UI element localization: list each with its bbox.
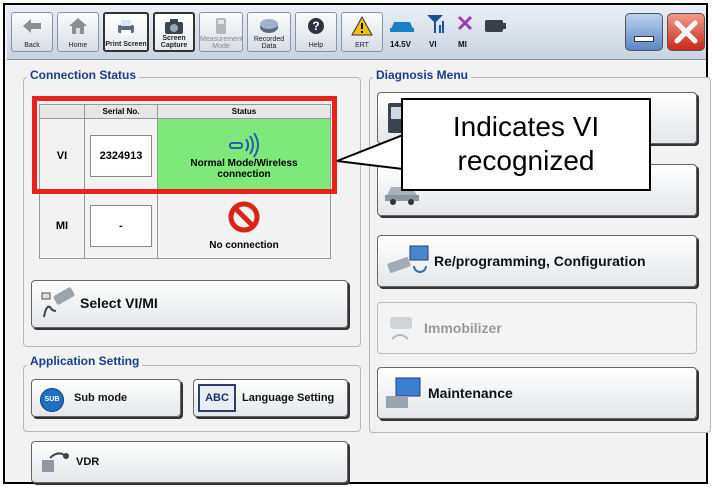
sub-mode-icon: SUB — [40, 388, 64, 412]
meter-icon — [216, 18, 226, 34]
battery-icon — [485, 20, 506, 32]
minimize-button[interactable] — [625, 13, 663, 51]
vi-signal-icon — [427, 15, 444, 33]
table-row-mi[interactable]: MI - No connection — [39, 192, 331, 259]
sub-mode-button[interactable]: SUB Sub mode — [31, 379, 181, 417]
device-name-mi: MI — [39, 192, 85, 259]
home-icon — [69, 18, 87, 34]
serial-number-mi: - — [90, 204, 152, 247]
status-cell-mi: No connection — [157, 192, 331, 259]
measurement-mode-button[interactable]: Measurement Mode — [199, 12, 243, 52]
language-setting-button[interactable]: ABC Language Setting — [193, 379, 348, 417]
camera-icon — [165, 19, 183, 34]
voltage-readout: 14.5V — [390, 40, 411, 49]
svg-text:?: ? — [312, 19, 319, 33]
reprogramming-icon — [387, 245, 429, 273]
application-setting-title: Application Setting — [27, 354, 143, 368]
select-device-icon — [41, 287, 75, 318]
help-button[interactable]: ? Help — [295, 12, 337, 52]
mi-disconnected-icon — [457, 15, 473, 31]
vdr-icon — [42, 452, 69, 472]
select-vi-mi-button[interactable]: Select VI/MI — [31, 280, 348, 328]
connection-status-title: Connection Status — [27, 68, 140, 82]
recorded-data-icon — [260, 19, 278, 33]
vi-label: VI — [429, 40, 437, 49]
maintenance-icon — [386, 377, 421, 408]
reprogramming-configuration-button[interactable]: Re/programming, Configuration — [377, 235, 697, 287]
back-button[interactable]: Back — [11, 12, 53, 52]
callout-pointer — [336, 134, 404, 170]
print-screen-button[interactable]: Print Screen — [103, 12, 149, 52]
status-text-mi: No connection — [209, 240, 279, 251]
close-button[interactable] — [667, 13, 705, 51]
vi-highlight-box — [32, 96, 337, 194]
minimize-icon — [634, 36, 654, 42]
ert-button[interactable]: ERT — [341, 12, 383, 52]
vdr-button[interactable]: VDR — [31, 441, 348, 483]
callout-indicates-vi-recognized: Indicates VI recognized — [401, 98, 651, 191]
app-window: Back Home Print Screen Screen Capture Mea… — [3, 3, 711, 484]
warning-icon — [351, 16, 373, 36]
language-icon: ABC — [198, 384, 236, 412]
back-arrow-icon — [23, 19, 41, 33]
diagnosis-menu-title: Diagnosis Menu — [373, 68, 472, 82]
car-battery-icon — [390, 22, 414, 32]
home-button[interactable]: Home — [57, 12, 99, 52]
close-icon — [674, 20, 698, 44]
toolbar: Back Home Print Screen Screen Capture Mea… — [7, 7, 706, 60]
immobilizer-button[interactable]: Immobilizer — [377, 302, 697, 354]
recorded-data-button[interactable]: Recorded Data — [247, 12, 291, 52]
screen-capture-button[interactable]: Screen Capture — [153, 12, 195, 52]
help-icon: ? — [308, 18, 324, 34]
mi-label: MI — [458, 40, 467, 49]
printer-icon — [118, 20, 134, 35]
immobilizer-key-icon — [390, 317, 412, 340]
no-connection-icon — [228, 201, 260, 233]
maintenance-button[interactable]: Maintenance — [377, 367, 697, 419]
